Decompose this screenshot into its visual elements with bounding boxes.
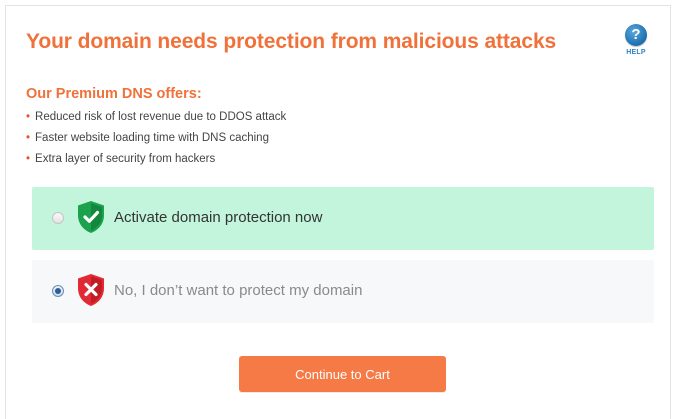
question-circle-icon: ? xyxy=(625,24,647,46)
page-title: Your domain needs protection from malici… xyxy=(26,30,557,53)
activate-label: Activate domain protection now xyxy=(114,209,323,226)
feature-list: • Reduced risk of lost revenue due to DDO… xyxy=(26,107,286,170)
continue-to-cart-button[interactable]: Continue to Cart xyxy=(239,356,446,392)
offer-subtitle: Our Premium DNS offers: xyxy=(26,86,202,102)
feature-item: • Extra layer of security from hackers xyxy=(26,149,286,170)
bullet-icon: • xyxy=(26,132,31,144)
protection-panel: Your domain needs protection from malici… xyxy=(5,5,671,419)
feature-text: Faster website loading time with DNS cac… xyxy=(35,132,269,144)
bullet-icon: • xyxy=(26,153,31,165)
feature-item: • Reduced risk of lost revenue due to DDO… xyxy=(26,107,286,128)
help-button[interactable]: ? HELP xyxy=(619,24,653,56)
shield-x-icon xyxy=(78,274,104,306)
feature-text: Reduced risk of lost revenue due to DDOS… xyxy=(35,111,287,123)
option-decline-protection[interactable]: No, I don’t want to protect my domain xyxy=(32,260,654,323)
activate-radio[interactable] xyxy=(52,212,64,224)
help-label: HELP xyxy=(626,49,646,56)
feature-item: • Faster website loading time with DNS ca… xyxy=(26,128,286,149)
feature-text: Extra layer of security from hackers xyxy=(35,153,216,165)
bullet-icon: • xyxy=(26,111,31,123)
decline-label: No, I don’t want to protect my domain xyxy=(114,282,363,299)
decline-radio[interactable] xyxy=(52,285,64,297)
option-activate-protection[interactable]: Activate domain protection now xyxy=(32,187,654,250)
shield-check-icon xyxy=(78,201,104,233)
